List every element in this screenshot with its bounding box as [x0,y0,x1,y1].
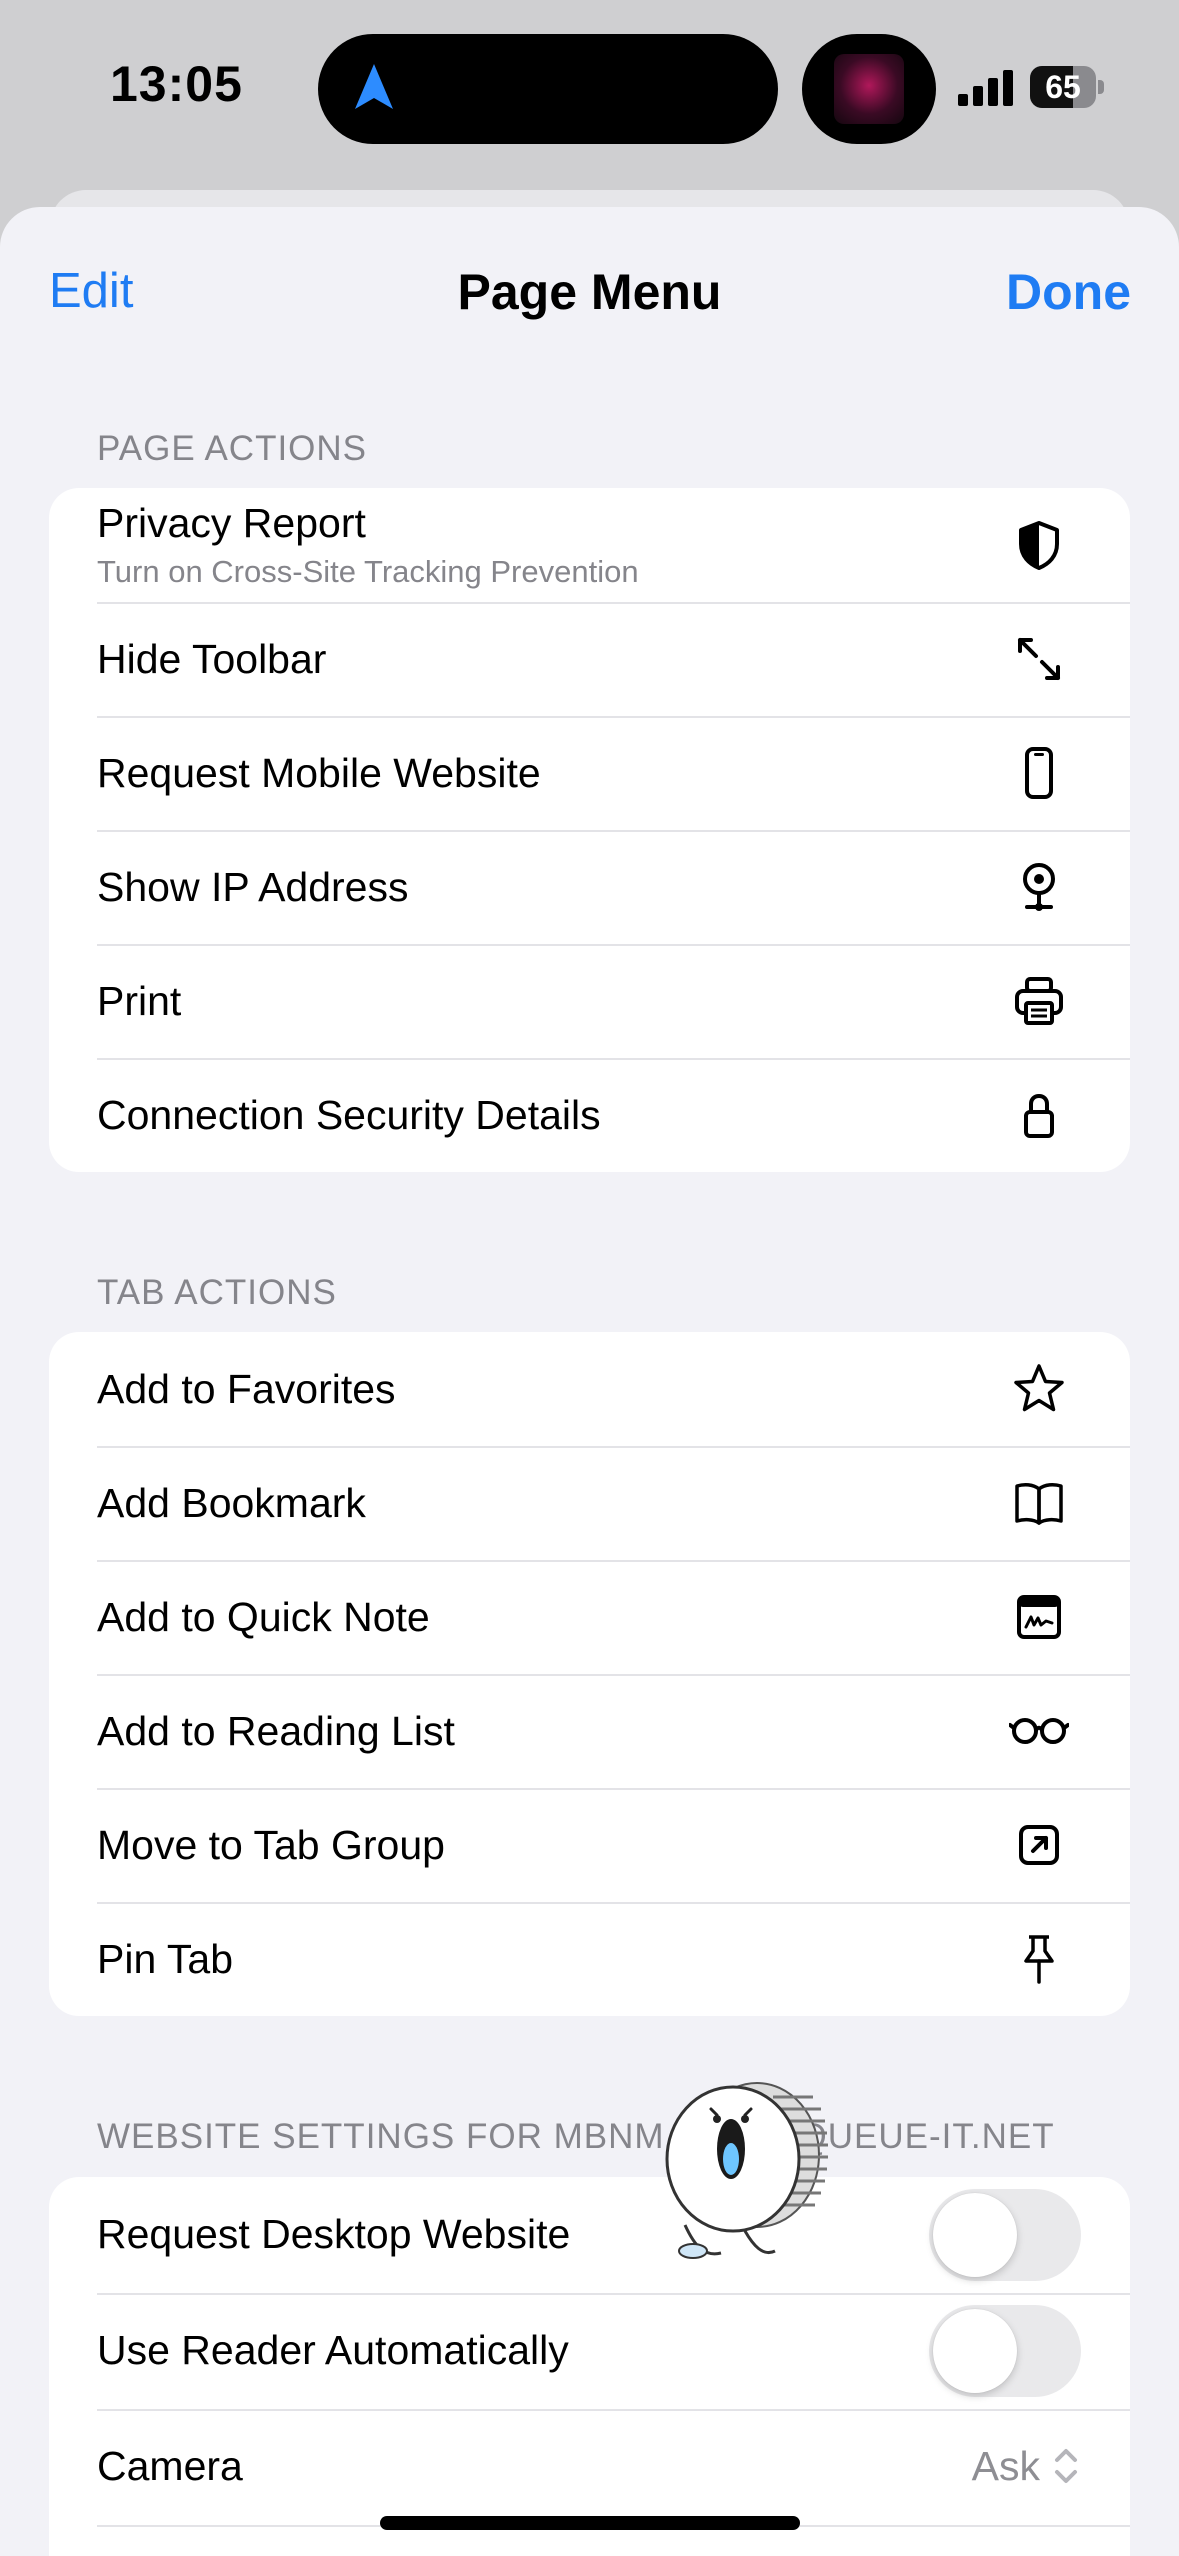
menu-item-label: Privacy Report [97,500,366,546]
menu-item-label: Print [97,978,182,1024]
location-pin-icon [1009,857,1069,917]
menu-item-move-to-tab-group[interactable]: Move to Tab Group [49,1788,1130,1902]
website-settings-header-domain: QUEUE-IT.NET [799,2117,1055,2156]
menu-item-label: Add to Reading List [97,1708,455,1754]
page-menu-sheet: Edit Page Menu Done PAGE ACTIONS Privacy… [0,207,1179,2556]
menu-item-label: Pin Tab [97,1936,234,1982]
lock-icon [1009,1085,1069,1145]
menu-item-pin-tab[interactable]: Pin Tab [49,1902,1130,2016]
setting-camera[interactable]: Camera Ask [49,2409,1130,2525]
navigation-arrow-icon [355,64,393,109]
printer-icon [1009,971,1069,1031]
menu-item-hide-toolbar[interactable]: Hide Toolbar [49,602,1130,716]
menu-item-print[interactable]: Print [49,944,1130,1058]
menu-item-show-ip-address[interactable]: Show IP Address [49,830,1130,944]
menu-item-label: Add to Quick Note [97,1594,430,1640]
quick-note-icon [1009,1587,1069,1647]
sheet-header: Edit Page Menu Done [0,207,1179,377]
section-header-website-settings: WEBSITE SETTINGS FOR MBNM QUEUE-IT.NET [97,2117,1055,2157]
setting-label: Camera [97,2443,243,2489]
website-settings-header-text: WEBSITE SETTINGS FOR MBNM [97,2117,665,2156]
star-icon [1009,1359,1069,1419]
edit-button[interactable]: Edit [49,263,133,319]
status-bar: 13:05 65 [0,0,1179,180]
iphone-icon [1009,743,1069,803]
page-actions-group: Privacy Report Turn on Cross-Site Tracki… [49,488,1130,1172]
menu-item-label: Add to Favorites [97,1366,396,1412]
request-desktop-toggle[interactable] [929,2189,1081,2281]
menu-item-add-to-reading-list[interactable]: Add to Reading List [49,1674,1130,1788]
toggle-knob [933,2309,1017,2393]
pin-icon [1009,1929,1069,1989]
menu-item-label: Connection Security Details [97,1092,601,1138]
setting-use-reader-automatically: Use Reader Automatically [49,2293,1130,2409]
setting-request-desktop-website: Request Desktop Website [49,2177,1130,2293]
menu-item-add-to-favorites[interactable]: Add to Favorites [49,1332,1130,1446]
menu-item-label: Request Mobile Website [97,750,541,796]
battery-level-text: 65 [1045,69,1081,105]
done-button[interactable]: Done [1006,263,1131,321]
section-header-tab-actions: TAB ACTIONS [97,1273,337,1312]
arrow-up-right-square-icon [1009,1815,1069,1875]
menu-item-privacy-report[interactable]: Privacy Report Turn on Cross-Site Tracki… [49,488,1130,602]
album-art-icon [834,54,904,124]
toggle-knob [933,2193,1017,2277]
menu-item-label: Add Bookmark [97,1480,366,1526]
sheet-title: Page Menu [457,264,722,320]
cellular-signal-icon [958,70,1013,106]
book-icon [1009,1473,1069,1533]
menu-item-add-to-quick-note[interactable]: Add to Quick Note [49,1560,1130,1674]
section-header-page-actions: PAGE ACTIONS [97,429,368,468]
menu-item-label: Hide Toolbar [97,636,327,682]
menu-item-label: Show IP Address [97,864,409,910]
chevron-up-down-icon [1055,2449,1077,2483]
setting-label: Use Reader Automatically [97,2327,569,2373]
menu-item-connection-security[interactable]: Connection Security Details [49,1058,1130,1172]
screaming-bunny-sticker [665,2082,828,2259]
glasses-icon [1008,1701,1070,1761]
shield-half-icon [1009,515,1069,575]
expand-arrows-icon [1009,629,1069,689]
menu-item-sublabel: Turn on Cross-Site Tracking Prevention [97,554,639,589]
battery-icon: 65 [1030,66,1104,108]
camera-permission-value[interactable]: Ask [972,2443,1040,2490]
home-indicator[interactable] [380,2516,800,2530]
tab-actions-group: Add to Favorites Add Bookmark Add to Qui… [49,1332,1130,2016]
reader-auto-toggle[interactable] [929,2305,1081,2397]
menu-item-request-mobile-website[interactable]: Request Mobile Website [49,716,1130,830]
status-time: 13:05 [110,56,243,112]
menu-item-label: Move to Tab Group [97,1822,445,1868]
website-settings-group: Request Desktop Website Use Reader Autom… [49,2177,1130,2556]
setting-label: Request Desktop Website [97,2211,571,2257]
menu-item-add-bookmark[interactable]: Add Bookmark [49,1446,1130,1560]
